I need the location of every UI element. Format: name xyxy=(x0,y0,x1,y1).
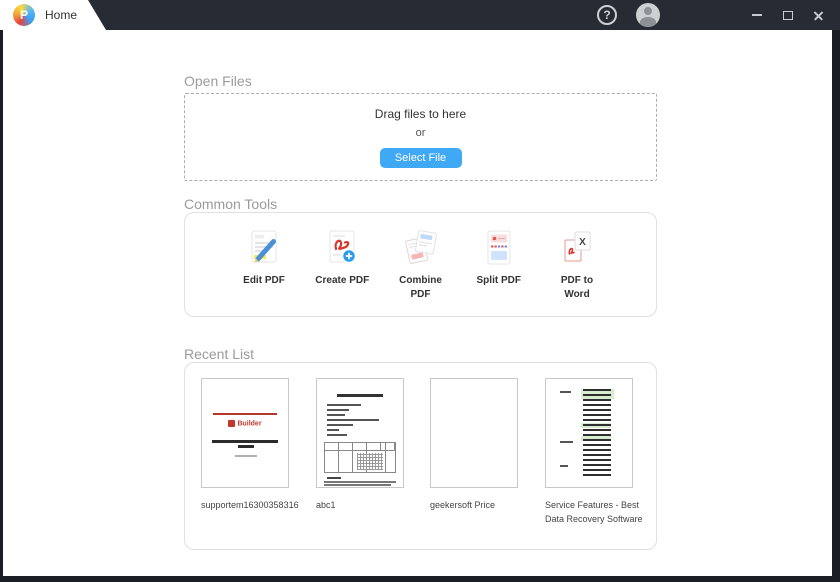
recent-file-thumbnail-2[interactable] xyxy=(316,378,404,488)
pdf-to-word-icon: X xyxy=(557,228,597,268)
thumb2-title-line xyxy=(337,394,383,397)
thumb2-text-line xyxy=(327,419,379,421)
thumb1-red-rule xyxy=(213,413,277,415)
thumb4-side-label xyxy=(560,391,571,393)
thumb2-table-line xyxy=(385,443,386,472)
dropzone-drag-text: Drag files to here xyxy=(375,107,466,121)
thumb2-text-line xyxy=(327,429,339,431)
thumb2-text-line xyxy=(327,424,353,426)
thumb2-table-grid-fill xyxy=(357,453,383,470)
minimize-icon xyxy=(752,14,762,16)
tool-pdf-to-word[interactable]: X PDF to Word xyxy=(538,228,616,301)
thumb4-side-label xyxy=(560,465,568,467)
recent-list-heading: Recent List xyxy=(184,346,657,362)
minimize-button[interactable] xyxy=(748,8,766,22)
close-button[interactable] xyxy=(809,8,827,22)
file-dropzone[interactable]: Drag files to here or Select File xyxy=(184,93,657,181)
thumb1-title-line2 xyxy=(238,445,254,448)
thumb2-footer-label xyxy=(327,477,341,479)
select-file-button[interactable]: Select File xyxy=(380,148,462,168)
common-tools-panel: Edit PDF Create PDF xyxy=(184,212,657,317)
tab-home[interactable]: P Home xyxy=(0,0,106,30)
thumb2-footer-line2 xyxy=(324,484,391,486)
thumb2-text-line xyxy=(327,409,349,411)
thumb1-brand-text: Builder xyxy=(237,420,261,427)
user-avatar[interactable] xyxy=(636,3,660,27)
thumb2-table-line xyxy=(352,443,353,472)
tool-combine-pdf-label: Combine PDF xyxy=(393,274,449,301)
recent-file-name-4: Service Features - Best Data Recovery So… xyxy=(545,498,643,527)
dropzone-or-text: or xyxy=(416,127,426,139)
maximize-button[interactable] xyxy=(779,8,797,22)
main-content: Open Files Drag files to here or Select … xyxy=(3,30,832,576)
recent-file-thumbnail-1[interactable]: Builder xyxy=(201,378,289,488)
thumb2-text-line xyxy=(327,434,347,436)
create-pdf-icon xyxy=(322,228,362,268)
titlebar: P Home ? xyxy=(0,0,840,30)
tool-pdf-to-word-label: PDF to Word xyxy=(549,274,605,301)
tool-create-pdf-label: Create PDF xyxy=(314,274,370,288)
tab-home-label: Home xyxy=(45,8,77,22)
thumb2-footer-line xyxy=(324,481,396,483)
recent-file-name-1: supportem163003583161285 xyxy=(201,498,299,512)
thumb2-table-line xyxy=(338,443,339,472)
app-logo-letter: P xyxy=(20,8,28,22)
edit-pdf-icon xyxy=(244,228,284,268)
close-icon xyxy=(813,10,824,21)
combine-pdf-icon xyxy=(401,228,441,268)
thumb2-text-line xyxy=(327,404,361,406)
avatar-head xyxy=(644,7,652,15)
avatar-shoulders xyxy=(640,17,656,27)
recent-file-thumbnail-3[interactable] xyxy=(430,378,518,488)
thumb2-table xyxy=(324,442,396,473)
thumb4-text-column xyxy=(583,389,611,479)
help-icon[interactable]: ? xyxy=(597,5,617,25)
tool-split-pdf[interactable]: Split PDF xyxy=(460,228,538,288)
app-logo-icon: P xyxy=(13,4,35,26)
common-tools-heading: Common Tools xyxy=(184,196,657,212)
maximize-icon xyxy=(783,11,793,20)
tool-combine-pdf[interactable]: Combine PDF xyxy=(382,228,460,301)
thumb2-text-line xyxy=(327,414,345,416)
thumb1-title-line xyxy=(212,440,278,443)
recent-list-panel: Builder xyxy=(184,362,657,550)
thumb1-subtitle-line xyxy=(235,455,257,457)
tool-split-pdf-label: Split PDF xyxy=(471,274,527,288)
thumb1-brand-icon xyxy=(228,420,235,427)
recent-file-thumbnail-4[interactable] xyxy=(545,378,633,488)
recent-file-name-2: abc1 xyxy=(316,498,414,512)
split-pdf-icon xyxy=(479,228,519,268)
tool-edit-pdf-label: Edit PDF xyxy=(236,274,292,288)
tool-create-pdf[interactable]: Create PDF xyxy=(303,228,381,288)
pdf-to-word-x-letter: X xyxy=(579,237,586,248)
recent-file-name-3: geekersoft Price xyxy=(430,498,528,512)
open-files-heading: Open Files xyxy=(184,73,657,89)
thumb4-side-label xyxy=(560,441,573,443)
thumb1-brand-logo: Builder xyxy=(202,420,288,427)
help-glyph: ? xyxy=(603,8,610,22)
tool-edit-pdf[interactable]: Edit PDF xyxy=(225,228,303,288)
